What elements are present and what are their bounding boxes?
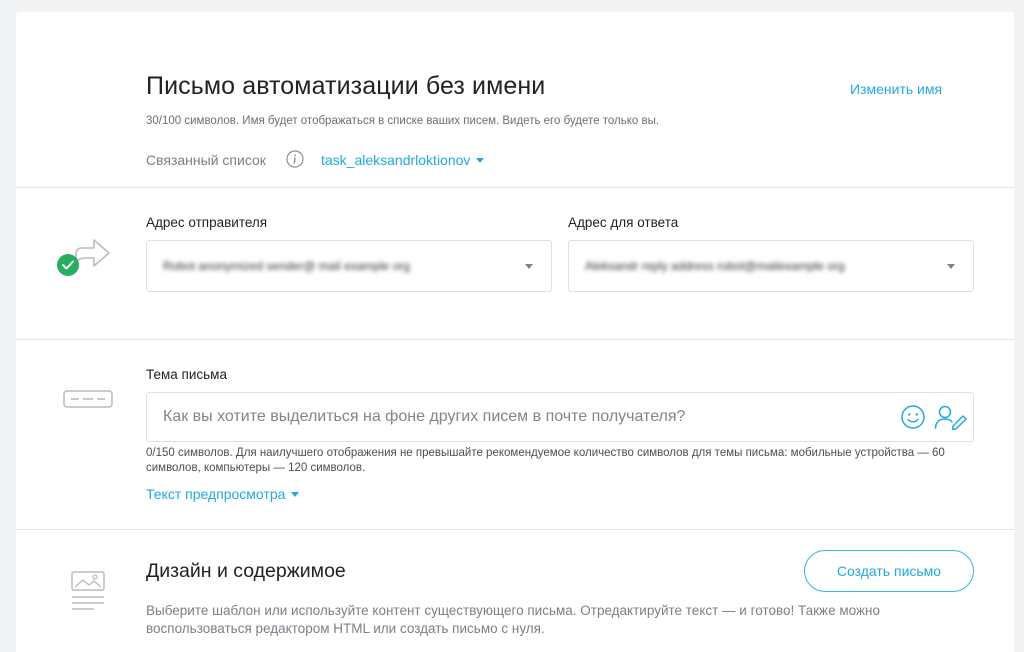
preview-text-label: Текст предпросмотра [146,486,286,502]
person-edit-icon[interactable] [934,404,968,430]
email-settings-card: Письмо автоматизации без имени Изменить … [16,12,1014,652]
page-title: Письмо автоматизации без имени [146,72,546,100]
linked-list-label: Связанный список [146,152,266,168]
from-address-value: Robot anonymized sender@ mail example or… [163,259,410,273]
chevron-down-icon [947,264,955,269]
preview-text-dropdown[interactable]: Текст предпросмотра [146,486,300,502]
smiley-icon[interactable] [900,404,926,430]
image-layout-icon [71,571,105,610]
chevron-down-icon [291,492,300,497]
share-arrow-icon [57,239,110,276]
create-email-button[interactable]: Создать письмо [804,550,974,592]
reply-address-value: Aleksandr reply address robot@mailexampl… [585,259,845,273]
design-title: Дизайн и содержимое [146,560,346,582]
from-label: Адрес отправителя [146,215,268,230]
reply-label: Адрес для ответа [568,215,679,230]
subject-counter-hint: 0/150 символов. Для наилучшего отображен… [146,447,945,474]
linked-list-dropdown[interactable]: task_aleksandrloktionov [321,152,485,168]
reply-address-select[interactable]: Aleksandr reply address robot@mailexampl… [568,240,974,292]
sender-section: Адрес отправителя Robot anonymized sende… [16,187,1014,339]
subject-input[interactable] [146,392,974,442]
subject-label: Тема письма [146,367,227,382]
info-icon[interactable] [286,150,304,168]
chevron-down-icon [525,264,533,269]
from-address-select[interactable]: Robot anonymized sender@ mail example or… [146,240,552,292]
name-hint: 30/100 символов. Имя будет отображаться … [146,115,660,127]
subject-line-icon [63,390,113,408]
design-section: Дизайн и содержимое Создать письмо Выбер… [16,529,1014,652]
design-description: Выберите шаблон или используйте контент … [146,603,880,636]
subject-section: Тема письма 0/150 символов. Для наилучше… [16,339,1014,529]
linked-list-value: task_aleksandrloktionov [321,152,471,168]
rename-link[interactable]: Изменить имя [850,81,942,97]
chevron-down-icon [476,158,485,163]
email-name-section: Письмо автоматизации без имени Изменить … [16,12,1014,187]
